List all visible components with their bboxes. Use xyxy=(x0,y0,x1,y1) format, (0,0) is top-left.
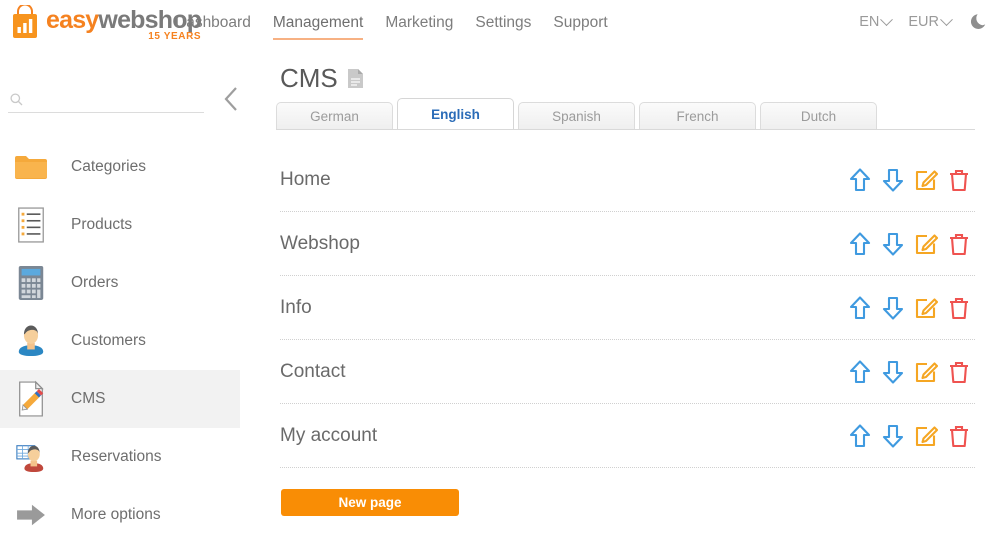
search-field-wrapper[interactable] xyxy=(8,86,204,113)
language-tabs: German English Spanish French Dutch xyxy=(276,98,877,129)
edit-icon[interactable] xyxy=(914,167,939,193)
sidebar-item-label: More options xyxy=(71,506,161,523)
tab-english[interactable]: English xyxy=(397,98,514,129)
sidebar-item-more-options[interactable]: More options xyxy=(0,486,248,535)
sidebar-item-label: Reservations xyxy=(71,448,162,465)
table-row: Info xyxy=(280,276,975,340)
list-icon xyxy=(12,205,50,245)
page-pencil-icon xyxy=(12,379,50,419)
language-value: EN xyxy=(859,14,880,30)
page-name: Contact xyxy=(280,360,346,382)
brand-logo[interactable]: easywebshop 15 YEARS xyxy=(10,2,202,44)
edit-icon[interactable] xyxy=(914,295,939,321)
move-down-icon[interactable] xyxy=(881,423,905,449)
search-input[interactable] xyxy=(31,91,191,107)
nav-settings[interactable]: Settings xyxy=(475,13,531,40)
table-row: My account xyxy=(280,404,975,468)
delete-icon[interactable] xyxy=(947,231,971,257)
sidebar-search-row xyxy=(0,86,248,116)
move-down-icon[interactable] xyxy=(881,359,905,385)
sidebar-item-label: Categories xyxy=(71,158,146,175)
table-row: Contact xyxy=(280,340,975,404)
sidebar-item-label: CMS xyxy=(71,390,106,407)
delete-icon[interactable] xyxy=(947,359,971,385)
move-up-icon[interactable] xyxy=(848,423,872,449)
delete-icon[interactable] xyxy=(947,167,971,193)
sidebar-item-cms[interactable]: CMS xyxy=(0,370,240,428)
app-root: easywebshop 15 YEARS Dashboard Managemen… xyxy=(0,0,1000,535)
row-actions xyxy=(848,231,975,257)
arrow-right-icon xyxy=(12,495,50,535)
currency-value: EUR xyxy=(908,14,939,30)
page-title-row: CMS xyxy=(280,63,364,94)
tabs-divider xyxy=(276,129,975,130)
sidebar-item-reservations[interactable]: Reservations xyxy=(0,428,248,486)
sidebar-item-label: Orders xyxy=(71,274,119,291)
move-up-icon[interactable] xyxy=(848,167,872,193)
page-name: Home xyxy=(280,168,331,190)
move-up-icon[interactable] xyxy=(848,295,872,321)
shopping-bag-chart-icon xyxy=(10,3,40,39)
sidebar-item-customers[interactable]: Customers xyxy=(0,312,248,370)
page-name: My account xyxy=(280,424,378,446)
edit-icon[interactable] xyxy=(914,231,939,257)
nav-marketing[interactable]: Marketing xyxy=(385,13,453,40)
sidebar: Categories Products Orders Customers CMS… xyxy=(0,48,248,535)
chevron-down-icon xyxy=(940,12,953,26)
tab-spanish[interactable]: Spanish xyxy=(518,102,635,129)
table-row: Home xyxy=(280,148,975,212)
nav-dashboard[interactable]: Dashboard xyxy=(175,13,251,40)
row-actions xyxy=(848,423,975,449)
move-up-icon[interactable] xyxy=(848,231,872,257)
main-navigation: Dashboard Management Marketing Settings … xyxy=(175,13,608,40)
table-row: Webshop xyxy=(280,212,975,276)
new-page-button[interactable]: New page xyxy=(281,489,459,516)
nav-management[interactable]: Management xyxy=(272,13,364,40)
row-actions xyxy=(848,359,975,385)
chevron-left-icon[interactable] xyxy=(222,84,242,119)
move-down-icon[interactable] xyxy=(881,231,905,257)
sidebar-item-label: Products xyxy=(71,216,133,233)
folder-icon xyxy=(12,147,50,187)
move-up-icon[interactable] xyxy=(848,359,872,385)
sidebar-item-label: Customers xyxy=(71,332,146,349)
header-right-controls: EN EUR xyxy=(859,12,988,32)
delete-icon[interactable] xyxy=(947,295,971,321)
move-down-icon[interactable] xyxy=(881,167,905,193)
nav-support[interactable]: Support xyxy=(553,13,607,40)
sidebar-item-categories[interactable]: Categories xyxy=(0,138,248,196)
delete-icon[interactable] xyxy=(947,423,971,449)
sidebar-item-products[interactable]: Products xyxy=(0,196,248,254)
sidebar-item-orders[interactable]: Orders xyxy=(0,254,248,312)
currency-selector[interactable]: EUR xyxy=(908,12,953,30)
table-user-icon xyxy=(12,437,50,477)
tab-french[interactable]: French xyxy=(639,102,756,129)
document-icon xyxy=(347,68,364,89)
row-actions xyxy=(848,167,975,193)
sidebar-nav-list: Categories Products Orders Customers CMS… xyxy=(0,138,248,535)
cms-page-list: Home Webshop Info Contact My account xyxy=(280,148,975,468)
page-name: Webshop xyxy=(280,232,360,254)
tab-german[interactable]: German xyxy=(276,102,393,129)
chevron-down-icon xyxy=(880,12,894,26)
main-content: CMS German English Spanish French Dutch xyxy=(248,48,1000,535)
moon-icon[interactable] xyxy=(968,12,988,32)
calculator-icon xyxy=(12,263,50,303)
top-header: easywebshop 15 YEARS Dashboard Managemen… xyxy=(0,0,1000,48)
user-icon xyxy=(12,321,50,361)
brand-easy: easy xyxy=(46,6,99,34)
tab-dutch[interactable]: Dutch xyxy=(760,102,877,129)
search-icon xyxy=(10,92,23,106)
edit-icon[interactable] xyxy=(914,359,939,385)
edit-icon[interactable] xyxy=(914,423,939,449)
page-name: Info xyxy=(280,296,312,318)
row-actions xyxy=(848,295,975,321)
page-title: CMS xyxy=(280,63,338,93)
language-selector[interactable]: EN xyxy=(859,12,894,30)
move-down-icon[interactable] xyxy=(881,295,905,321)
